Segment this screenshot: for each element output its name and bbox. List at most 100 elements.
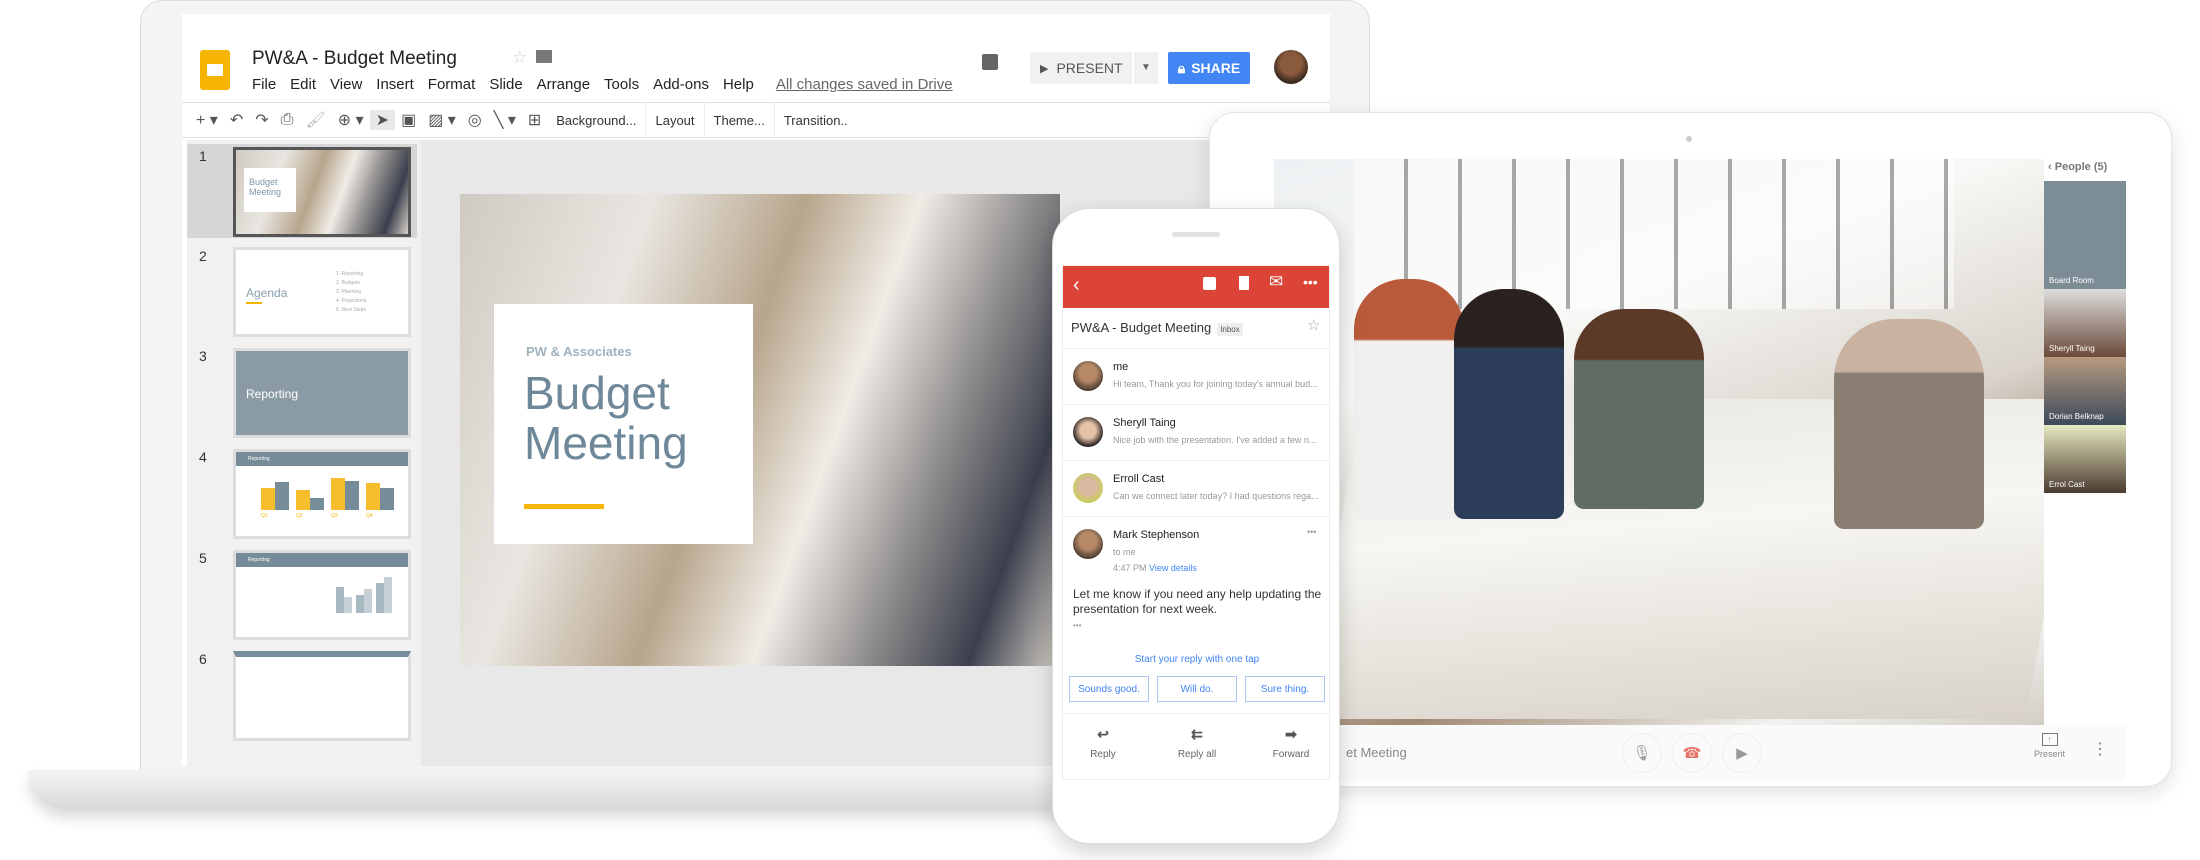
comments-icon[interactable] bbox=[982, 54, 998, 70]
thumb-title: Reporting bbox=[246, 387, 299, 401]
present-button[interactable]: ▶ PRESENT bbox=[1030, 52, 1132, 84]
participant-tile[interactable]: Sheryll Taing bbox=[2044, 289, 2126, 357]
menu-file[interactable]: File bbox=[252, 76, 276, 93]
menu-slide[interactable]: Slide bbox=[489, 76, 522, 93]
present-now-button[interactable]: ↑ Present bbox=[2034, 733, 2065, 759]
transition-button[interactable]: Transition.. bbox=[775, 102, 857, 138]
add-comment-icon[interactable]: ⊞ bbox=[522, 110, 547, 130]
gmail-app: ‹ ✉︎ ••• PW&A - Budget Meeting Inbox ☆ me… bbox=[1062, 265, 1330, 780]
back-icon[interactable]: ‹ bbox=[1073, 274, 1080, 297]
menu-insert[interactable]: Insert bbox=[376, 76, 414, 93]
layout-button[interactable]: Layout bbox=[646, 102, 705, 138]
reply-all-button[interactable]: ⇇ Reply all bbox=[1162, 726, 1232, 760]
camera-off-icon[interactable]: ▶ bbox=[1722, 733, 1762, 773]
message-row[interactable]: me Hi team, Thank you for joining today's… bbox=[1063, 348, 1329, 404]
share-button[interactable]: 🔒︎ SHARE bbox=[1168, 52, 1250, 84]
delete-icon[interactable] bbox=[1239, 276, 1249, 290]
print-icon[interactable]: ⎙ bbox=[275, 111, 300, 129]
people-header[interactable]: ‹ People (5) bbox=[2048, 161, 2107, 173]
bar bbox=[376, 583, 384, 613]
smart-reply-button[interactable]: Sounds good. bbox=[1069, 676, 1149, 702]
quarter-label: Q1 bbox=[261, 513, 268, 519]
smart-reply-button[interactable]: Will do. bbox=[1157, 676, 1237, 702]
presentation-tile[interactable] bbox=[2044, 181, 2126, 221]
slide-thumb-2[interactable]: Agenda 1. Reporting 2. Budgets 3. Planning… bbox=[233, 247, 411, 337]
email-subject: PW&A - Budget Meeting Inbox bbox=[1071, 320, 1243, 336]
more-options-icon[interactable]: ⋮ bbox=[2092, 739, 2108, 759]
bar bbox=[275, 482, 289, 510]
participant-tile[interactable]: Dorian Belknap bbox=[2044, 357, 2126, 425]
background-button[interactable]: Background... bbox=[547, 102, 647, 138]
view-details-link[interactable]: View details bbox=[1149, 563, 1197, 573]
hang-up-icon[interactable]: ☎︎ bbox=[1672, 733, 1712, 773]
undo-icon[interactable]: ↶ bbox=[224, 110, 249, 130]
message-row[interactable]: Sheryll Taing Nice job with the presentat… bbox=[1063, 404, 1329, 460]
document-title[interactable]: PW&A - Budget Meeting bbox=[252, 48, 457, 70]
folder-icon[interactable] bbox=[536, 50, 552, 63]
new-slide-icon[interactable]: + ▾ bbox=[190, 110, 224, 130]
line-icon[interactable]: ╲ ▾ bbox=[488, 110, 522, 130]
participant-tile[interactable]: Board Room bbox=[2044, 221, 2126, 289]
slide-thumb-5[interactable]: Reporting bbox=[233, 550, 411, 640]
mic-off-icon[interactable]: 🎙︎ bbox=[1622, 733, 1662, 773]
forward-button[interactable]: ➡ Forward bbox=[1256, 726, 1326, 760]
slide-thumb-3[interactable]: Reporting bbox=[233, 348, 411, 438]
laptop-base bbox=[28, 770, 1228, 810]
menu-tools[interactable]: Tools bbox=[604, 76, 639, 93]
message-row[interactable]: Erroll Cast Can we connect later today? I… bbox=[1063, 460, 1329, 516]
paint-format-icon[interactable]: 🖌︎ bbox=[299, 110, 331, 130]
main-video bbox=[1274, 159, 2126, 725]
slides-logo-icon bbox=[200, 50, 230, 90]
reply-button[interactable]: ↩ Reply bbox=[1068, 726, 1138, 760]
accent-line bbox=[524, 504, 604, 509]
zoom-icon[interactable]: ⊕ ▾ bbox=[332, 110, 370, 130]
bar bbox=[331, 478, 345, 510]
slide-number: 4 bbox=[199, 449, 207, 465]
theme-button[interactable]: Theme... bbox=[705, 102, 775, 138]
star-icon[interactable]: ☆ bbox=[512, 48, 527, 68]
bar bbox=[336, 587, 344, 613]
menu-addons[interactable]: Add-ons bbox=[653, 76, 709, 93]
message-body: Let me know if you need any help updatin… bbox=[1073, 587, 1322, 616]
present-dropdown[interactable]: ▼ bbox=[1134, 52, 1158, 84]
forward-icon: ➡ bbox=[1285, 726, 1297, 742]
account-avatar[interactable] bbox=[1274, 50, 1308, 84]
trimmed-content-toggle[interactable]: ••• bbox=[1073, 621, 1081, 630]
menu-help[interactable]: Help bbox=[723, 76, 754, 93]
slide-thumb-6[interactable] bbox=[233, 651, 411, 741]
star-icon[interactable]: ☆ bbox=[1307, 316, 1320, 334]
redo-icon[interactable]: ↷ bbox=[249, 110, 274, 130]
open-message: Mark Stephenson ••• to me 4:47 PM View d… bbox=[1063, 516, 1329, 676]
quarter-label: Q3 bbox=[331, 513, 338, 519]
slide-thumb-4[interactable]: Reporting Q1 Q2 Q3 Q4 bbox=[233, 449, 411, 539]
image-icon[interactable]: ▨ ▾ bbox=[422, 110, 462, 130]
reply-icon: ↩ bbox=[1097, 726, 1109, 742]
accent-line bbox=[246, 302, 262, 304]
menu-bar: File Edit View Insert Format Slide Arran… bbox=[252, 76, 953, 93]
more-icon[interactable]: ••• bbox=[1303, 274, 1318, 290]
mail-icon[interactable]: ✉︎ bbox=[1269, 272, 1283, 292]
message-snippet: Can we connect later today? I had questi… bbox=[1113, 491, 1319, 501]
menu-edit[interactable]: Edit bbox=[290, 76, 316, 93]
sender-name: Mark Stephenson bbox=[1113, 529, 1200, 541]
message-more-icon[interactable]: ••• bbox=[1307, 527, 1316, 537]
textbox-icon[interactable]: ▣ bbox=[395, 110, 422, 130]
menu-arrange[interactable]: Arrange bbox=[537, 76, 590, 93]
people-panel: ‹ People (5) Board Room Sheryll Taing Do… bbox=[2044, 159, 2126, 725]
slide-thumb-1[interactable]: Budget Meeting bbox=[233, 147, 411, 237]
bar bbox=[356, 595, 364, 613]
present-label: Present bbox=[2034, 749, 2066, 759]
participant-name: Sheryll Taing bbox=[2049, 344, 2095, 353]
title-card[interactable]: PW & Associates Budget Meeting bbox=[494, 304, 753, 544]
back-icon[interactable]: ‹ bbox=[2048, 161, 2055, 173]
menu-view[interactable]: View bbox=[330, 76, 362, 93]
shape-icon[interactable]: ◎ bbox=[462, 110, 488, 130]
smart-reply-button[interactable]: Sure thing. bbox=[1245, 676, 1325, 702]
inbox-label[interactable]: Inbox bbox=[1217, 323, 1243, 336]
menu-format[interactable]: Format bbox=[428, 76, 476, 93]
slide-canvas[interactable]: PW & Associates Budget Meeting bbox=[460, 194, 1060, 666]
save-status-link[interactable]: All changes saved in Drive bbox=[776, 76, 953, 93]
select-icon[interactable]: ➤ bbox=[369, 110, 396, 130]
participant-tile[interactable]: Errol Cast bbox=[2044, 425, 2126, 493]
archive-icon[interactable] bbox=[1203, 277, 1216, 290]
